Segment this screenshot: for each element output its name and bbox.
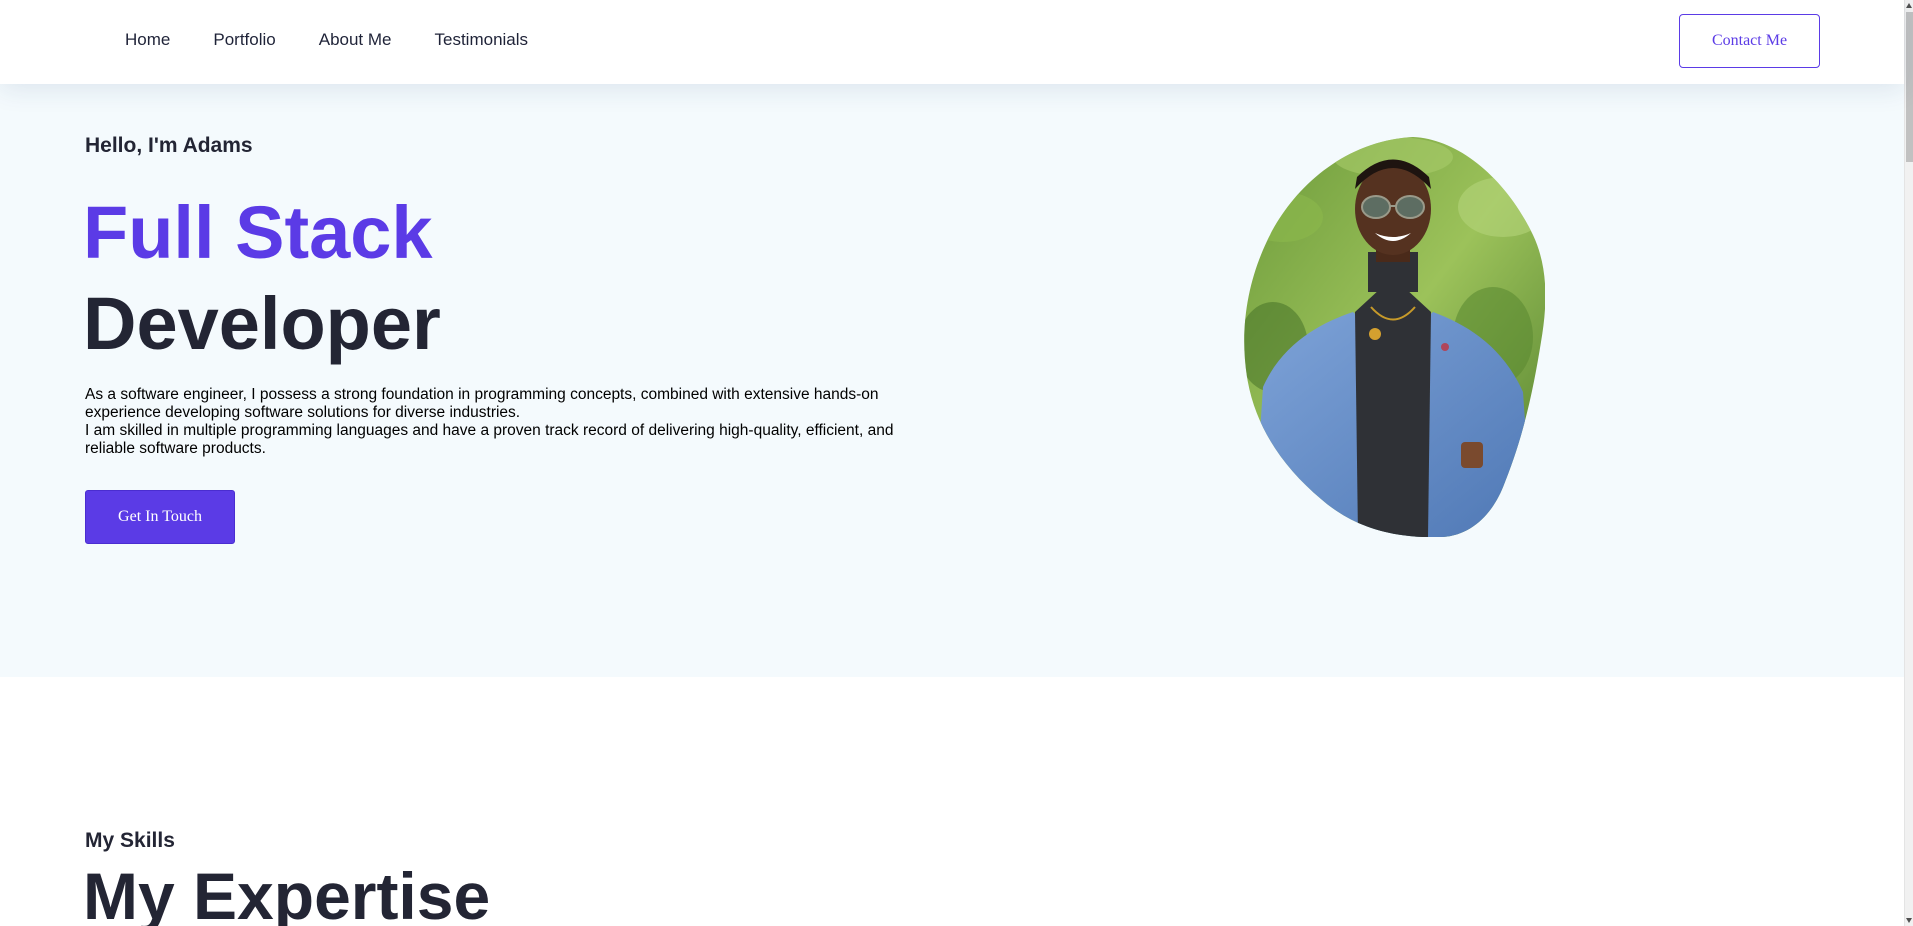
skills-title: My Expertise bbox=[83, 859, 491, 926]
nav-link-testimonials[interactable]: Testimonials bbox=[435, 28, 529, 52]
nav-link-portfolio[interactable]: Portfolio bbox=[213, 28, 275, 52]
skills-subtitle: My Skills bbox=[85, 829, 175, 852]
vertical-scrollbar[interactable] bbox=[1904, 0, 1913, 926]
hero-description-line: As a software engineer, I possess a stro… bbox=[85, 386, 879, 403]
hero-section: Hello, I'm Adams Full Stack Developer As… bbox=[0, 84, 1904, 677]
hero-title: Developer bbox=[83, 282, 441, 365]
nav-links: Home Portfolio About Me Testimonials bbox=[125, 28, 571, 52]
scroll-up-icon[interactable] bbox=[1906, 3, 1912, 8]
hero-description-line: I am skilled in multiple programming lan… bbox=[85, 422, 894, 439]
scrollbar-thumb[interactable] bbox=[1906, 12, 1913, 162]
hero-description-line: experience developing software solutions… bbox=[85, 404, 521, 421]
scroll-down-icon[interactable] bbox=[1906, 918, 1912, 923]
page: Home Portfolio About Me Testimonials Con… bbox=[0, 0, 1913, 926]
hero-greeting: Hello, I'm Adams bbox=[85, 134, 253, 157]
get-in-touch-button[interactable]: Get In Touch bbox=[85, 490, 235, 544]
navbar: Home Portfolio About Me Testimonials Con… bbox=[0, 0, 1904, 84]
nav-link-about-me[interactable]: About Me bbox=[319, 28, 392, 52]
hero-description: As a software engineer, I possess a stro… bbox=[85, 386, 945, 458]
profile-photo bbox=[1244, 137, 1545, 537]
hero-description-line: reliable software products. bbox=[85, 440, 266, 457]
hero-title-accent: Full Stack bbox=[83, 191, 433, 274]
contact-me-button[interactable]: Contact Me bbox=[1679, 14, 1820, 68]
nav-link-home[interactable]: Home bbox=[125, 28, 170, 52]
